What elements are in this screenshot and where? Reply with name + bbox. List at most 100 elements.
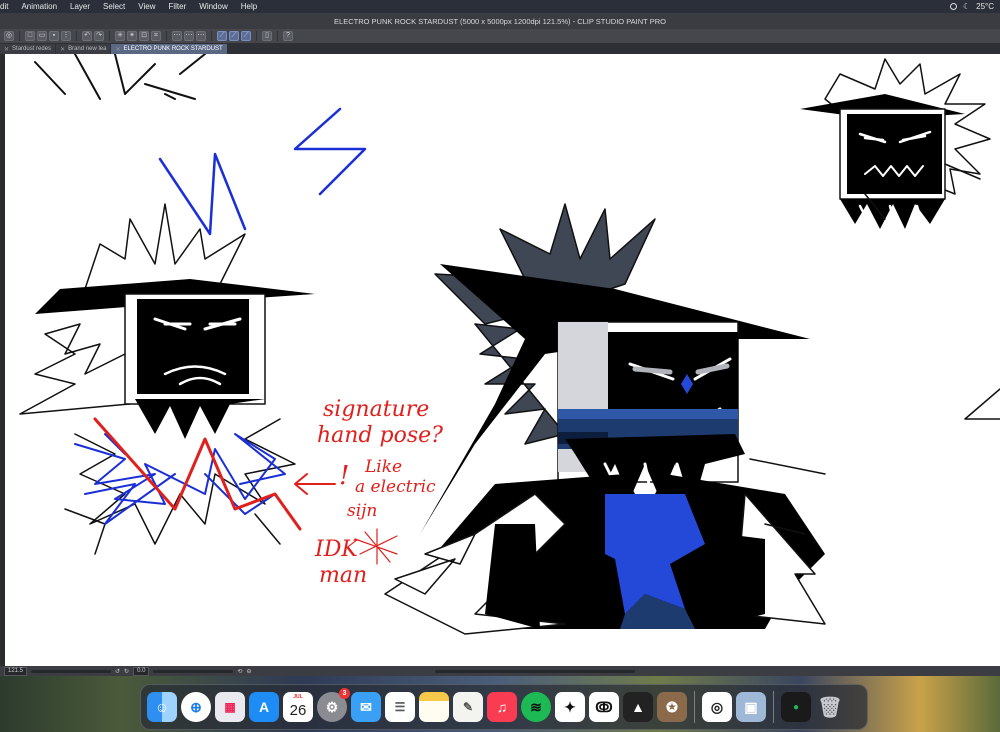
fit-icon[interactable]: ⊖ (246, 668, 251, 675)
horizontal-scrollbar[interactable] (435, 669, 636, 673)
close-tab-icon[interactable]: ✕ (4, 46, 9, 53)
finder-icon[interactable]: ☺ (147, 692, 177, 722)
krita-icon[interactable]: ✦ (555, 692, 585, 722)
spotify-icon[interactable]: ≋ (521, 692, 551, 722)
close-tab-icon[interactable]: ✕ (60, 46, 65, 53)
mac-menubar: dit Animation Layer Select View Filter W… (0, 0, 1000, 13)
snap-icon[interactable]: ⋯ (196, 31, 206, 41)
music-icon[interactable]: ♫ (487, 692, 517, 722)
clip-studio-icon[interactable]: ◎ (702, 692, 732, 722)
preview-icon[interactable]: ▣ (736, 692, 766, 722)
minimized-window-icon[interactable]: ● (781, 692, 811, 722)
tab-electro-punk-rock-stardust[interactable]: ✕ ELECTRO PUNK ROCK STARDUST (111, 44, 227, 54)
annotation-notes: signature hand pose? ! Like a electric s… (314, 397, 443, 588)
trash-icon[interactable]: 🗑 (815, 692, 845, 722)
redo-icon[interactable]: ↷ (94, 31, 104, 41)
system-settings-icon[interactable]: ⚙ 3 (317, 688, 350, 722)
command-bar: ◎ □ ▭ ▪ ⋮ ↶ ↷ ✳ ✴ ⊡ ⌗ ⋯ ⋯ ⋯ ⟋ ⟋ ⟋ ▯ ? (0, 29, 1000, 43)
top-right-character (800, 58, 991, 229)
menu-view[interactable]: View (132, 2, 162, 11)
zoom-slider[interactable] (31, 669, 112, 673)
zoom-field[interactable]: 121.5 (4, 666, 28, 676)
divider (277, 31, 278, 41)
more-icon[interactable]: ⋮ (61, 31, 71, 41)
notes-icon[interactable] (419, 692, 449, 722)
launchpad-icon[interactable]: ▦ (215, 692, 245, 722)
hide-selection-icon[interactable]: ⋯ (172, 31, 182, 41)
snap-ruler-icon[interactable]: ⟋ (217, 31, 227, 41)
note-idk: IDK (314, 537, 359, 562)
help-icon[interactable]: ? (283, 31, 293, 41)
menu-window[interactable]: Window (193, 2, 234, 11)
document-tabs: ✕ Stardust redes ✕ Brand new lea ✕ ELECT… (0, 43, 1000, 54)
note-sign: sijn (347, 501, 377, 521)
note-hand-pose: hand pose? (317, 423, 443, 448)
divider (256, 31, 257, 41)
clear-icon[interactable]: ✳ (115, 31, 125, 41)
mac-dock: ☺ ⊕ ▦ A JUL 26 ⚙ 3 ✉ ☰ ✎ ♫ ≋ ✦ ↂ ▲ ✪ ◎ ▣… (140, 684, 868, 730)
rotate-left-icon[interactable]: ↺ (115, 668, 120, 675)
selection-edge-icon[interactable]: ⋯ (184, 31, 194, 41)
close-tab-icon[interactable]: ✕ (115, 46, 120, 53)
note-signature: signature (323, 397, 429, 422)
new-file-icon[interactable]: □ (25, 31, 35, 41)
menu-layer[interactable]: Layer (64, 2, 97, 11)
tab-label: ELECTRO PUNK ROCK STARDUST (123, 46, 223, 52)
window-title: ELECTRO PUNK ROCK STARDUST (5000 x 5000p… (334, 16, 666, 26)
note-like: Like (364, 457, 402, 477)
calendar-icon[interactable]: JUL 26 (283, 692, 313, 722)
app-store-icon[interactable]: A (249, 692, 279, 722)
gimp-icon[interactable]: ✪ (657, 692, 687, 722)
menu-edit[interactable]: dit (0, 2, 15, 11)
desktop-background: ☺ ⊕ ▦ A JUL 26 ⚙ 3 ✉ ☰ ✎ ♫ ≋ ✦ ↂ ▲ ✪ ◎ ▣… (0, 676, 1000, 732)
divider (166, 31, 167, 41)
inkscape-icon[interactable]: ▲ (623, 692, 653, 722)
safari-icon[interactable]: ⊕ (181, 692, 211, 722)
menu-filter[interactable]: Filter (162, 2, 193, 11)
note-man: man (319, 563, 367, 588)
tab-label: Stardust redes (12, 46, 52, 52)
undo-icon[interactable]: ↶ (82, 31, 92, 41)
moon-icon[interactable]: ☾ (963, 2, 970, 11)
divider (19, 31, 20, 41)
drawing-canvas[interactable]: signature hand pose? ! Like a electric s… (5, 54, 1000, 666)
navigator-bar: 121.5 ↺ ↻ 0.0 ⟲ ⊖ (0, 666, 1000, 676)
crop-icon[interactable]: ⌗ (151, 31, 161, 41)
dock-divider (694, 691, 695, 723)
angle-slider[interactable] (153, 669, 234, 673)
save-icon[interactable]: ▪ (49, 31, 59, 41)
window-title-bar: ELECTRO PUNK ROCK STARDUST (5000 x 5000p… (0, 13, 1000, 29)
textedit-icon[interactable]: ✎ (453, 692, 483, 722)
clip-studio-icon[interactable]: ◎ (4, 31, 14, 41)
snap-grid-icon[interactable]: ⟋ (241, 31, 251, 41)
smartphone-icon[interactable]: ▯ (262, 31, 272, 41)
angle-field[interactable]: 0.0 (133, 666, 150, 676)
note-exclamation: ! (339, 461, 349, 491)
notification-badge: 3 (339, 688, 350, 699)
divider (109, 31, 110, 41)
rotate-right-icon[interactable]: ↻ (124, 668, 129, 675)
transform-icon[interactable]: ⊡ (139, 31, 149, 41)
open-folder-icon[interactable]: ▭ (37, 31, 47, 41)
mail-icon[interactable]: ✉ (351, 692, 381, 722)
red-arrow (294, 473, 336, 495)
canvas-area[interactable]: signature hand pose? ! Like a electric s… (0, 54, 1000, 666)
weather-temp[interactable]: 25°C (976, 2, 994, 11)
fill-icon[interactable]: ✴ (127, 31, 137, 41)
tab-label: Brand new lea (68, 46, 107, 52)
reminders-icon[interactable]: ☰ (385, 692, 415, 722)
clip-studio-paint-icon[interactable]: ↂ (589, 692, 619, 722)
snap-special-ruler-icon[interactable]: ⟋ (229, 31, 239, 41)
menu-help[interactable]: Help (235, 2, 264, 11)
divider (76, 31, 77, 41)
record-icon[interactable] (949, 3, 957, 10)
tab-brand-new[interactable]: ✕ Brand new lea (56, 44, 111, 54)
main-character (384, 203, 826, 635)
reset-rotate-icon[interactable]: ⟲ (237, 668, 242, 675)
tab-stardust-redesign[interactable]: ✕ Stardust redes (0, 44, 56, 54)
menu-animation[interactable]: Animation (15, 2, 64, 11)
note-electric: a electric (355, 477, 436, 497)
menu-select[interactable]: Select (97, 2, 132, 11)
top-left-sketch (34, 54, 206, 100)
calendar-month: JUL (293, 694, 303, 700)
